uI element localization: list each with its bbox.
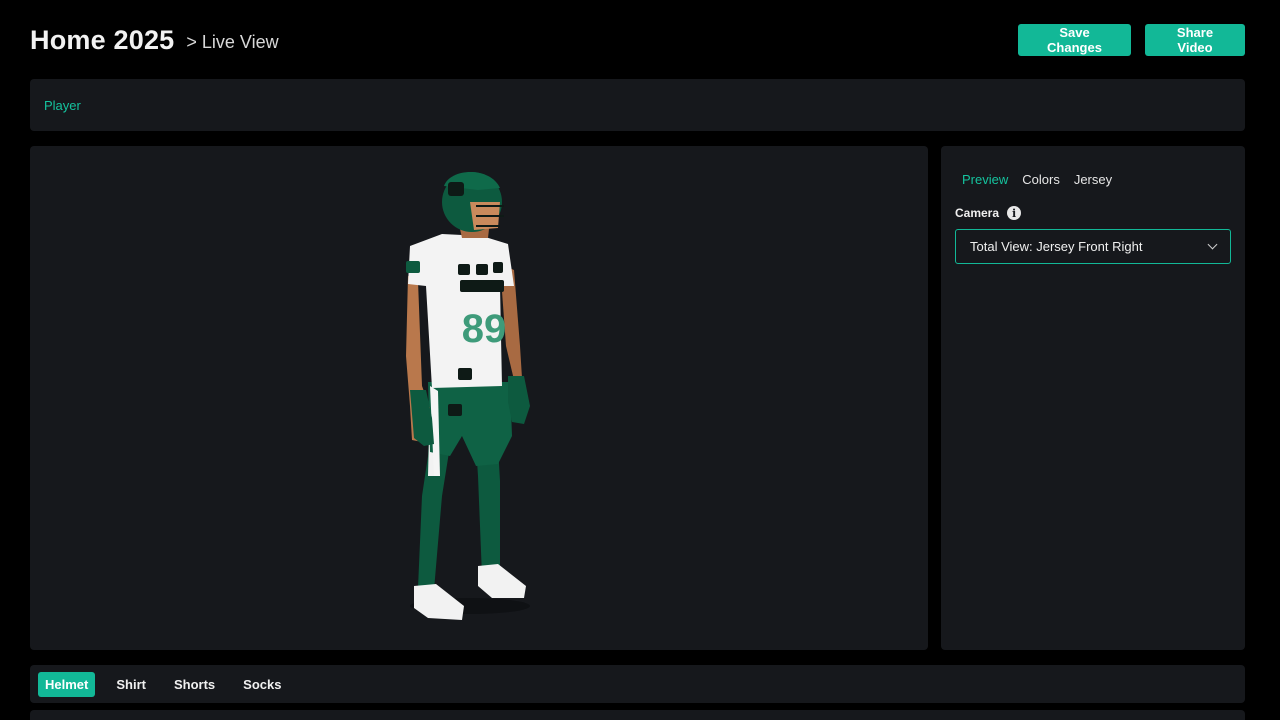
panel-tabs: Preview Colors Jersey [962, 172, 1112, 187]
tab-helmet[interactable]: Helmet [38, 671, 96, 697]
player-model: 89 [406, 172, 530, 620]
page-title: Home 2025 [30, 24, 175, 55]
chevron-down-icon [1207, 239, 1218, 250]
component-tabs: Helmet Shirt Shorts Socks [30, 665, 1245, 703]
player-3d-viewport[interactable]: 89 [30, 146, 928, 650]
camera-select-value: Total View: Jersey Front Right [970, 239, 1143, 254]
player-link[interactable]: Player [44, 98, 81, 113]
share-video-button[interactable]: Share Video [1145, 24, 1245, 56]
jersey-number: 89 [462, 307, 507, 351]
tab-jersey[interactable]: Jersey [1074, 172, 1112, 187]
tab-colors[interactable]: Colors [1022, 172, 1060, 187]
info-icon[interactable]: i [1007, 206, 1022, 220]
bottom-panel-edge [30, 710, 1245, 720]
header-actions: Save Changes Share Video [1018, 24, 1245, 56]
camera-label: Camera [955, 206, 1000, 220]
page-header: Home 2025 > Live View Save Changes Share… [30, 20, 1245, 60]
tab-preview[interactable]: Preview [962, 172, 1008, 187]
breadcrumb: > Live View [186, 31, 279, 52]
tab-shorts[interactable]: Shorts [167, 672, 222, 697]
tab-shirt[interactable]: Shirt [109, 672, 153, 697]
settings-panel: Preview Colors Jersey Camera i Total Vie… [941, 146, 1245, 650]
player-bar: Player [30, 79, 1245, 131]
camera-select[interactable]: Total View: Jersey Front Right [955, 229, 1231, 264]
camera-label-row: Camera i [955, 206, 1022, 220]
save-changes-button[interactable]: Save Changes [1018, 24, 1131, 56]
tab-socks[interactable]: Socks [236, 672, 288, 697]
